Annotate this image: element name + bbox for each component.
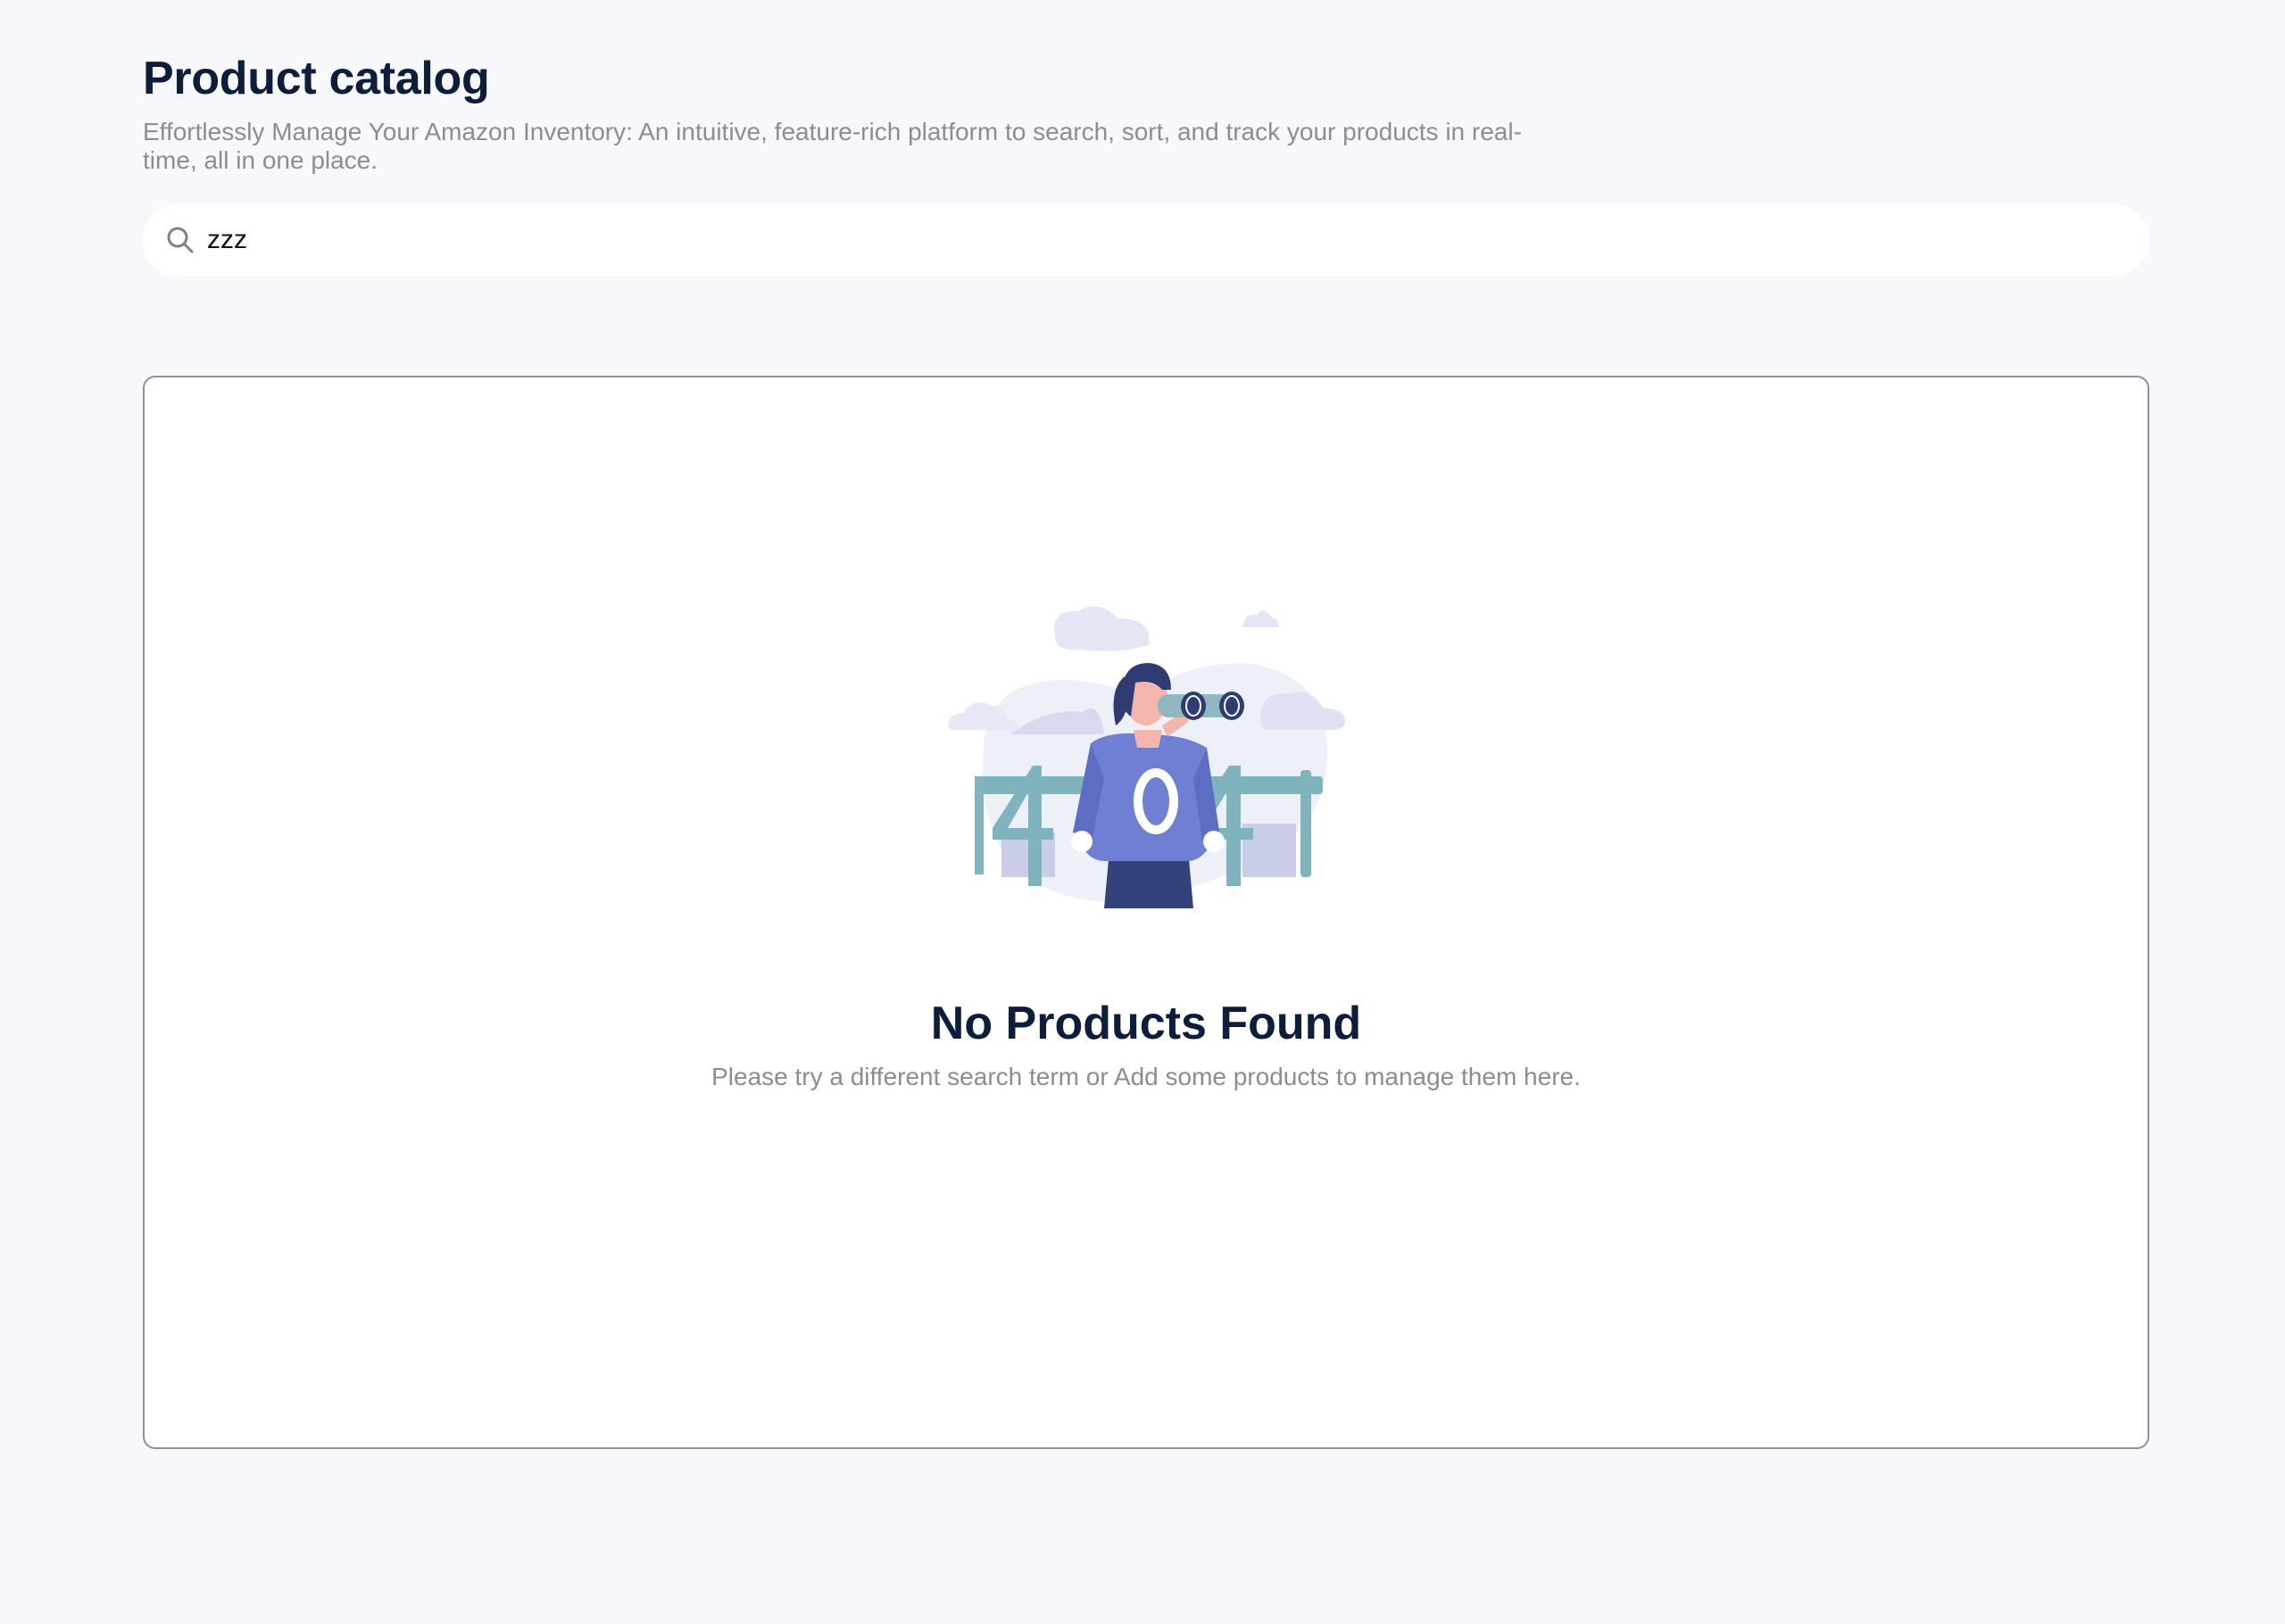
- empty-state-message: Please try a different search term or Ad…: [711, 1063, 1581, 1090]
- empty-state-title: No Products Found: [930, 998, 1362, 1049]
- page-subtitle: Effortlessly Manage Your Amazon Inventor…: [143, 118, 1522, 174]
- results-panel: No Products Found Please try a different…: [143, 376, 2149, 1449]
- search-input[interactable]: [207, 217, 2117, 263]
- page-title: Product catalog: [143, 53, 490, 104]
- 404-illustration: [948, 606, 1345, 908]
- search-bar[interactable]: [143, 204, 2149, 276]
- search-icon: [167, 227, 194, 253]
